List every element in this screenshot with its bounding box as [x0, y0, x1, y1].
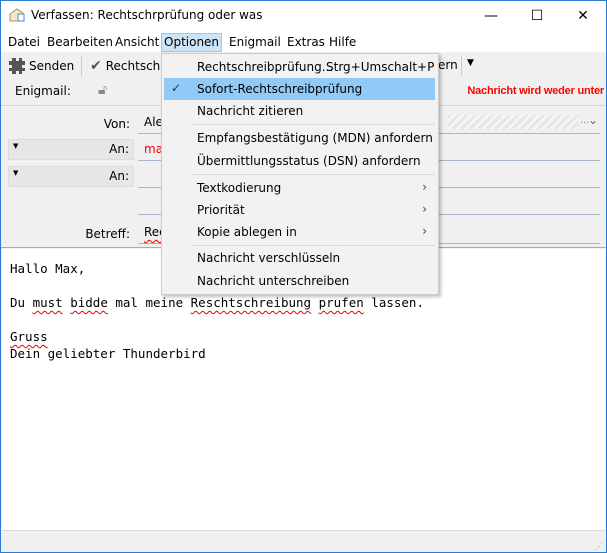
dropdown-arrow-icon: ▼ [13, 169, 19, 177]
menu-separator [192, 174, 435, 175]
shortcut-label: Strg+Umschalt+P [326, 60, 435, 74]
menu-bar: Datei Bearbeiten Ansicht Optionen Enigma… [1, 31, 606, 52]
menu-extras[interactable]: Extras [284, 33, 328, 52]
menu-datei[interactable]: Datei [5, 33, 43, 52]
spellcheck-button[interactable]: ✔ Rechtschr [90, 58, 165, 74]
menu-separator [192, 245, 435, 246]
menu-item-dsn[interactable]: Übermittlungsstatus (DSN) anfordern [164, 150, 435, 172]
recipient-type-select[interactable]: ▼ An: [8, 139, 134, 160]
dropdown-arrow-icon: ▼ [13, 142, 19, 150]
from-label: Von: [103, 117, 130, 131]
menu-item-encoding[interactable]: Textkodierung › [164, 177, 435, 199]
menu-optionen[interactable]: Optionen [161, 33, 222, 52]
send-button[interactable]: Senden [9, 58, 74, 74]
chevron-right-icon: › [422, 202, 427, 216]
options-menu: Rechtschreibprüfung... Strg+Umschalt+P ✓ S… [161, 53, 439, 295]
window-title: Verfassen: Rechtschrprüfung oder was [31, 8, 263, 22]
lock-open-icon[interactable]: 🔓︎ [98, 82, 107, 98]
chevron-right-icon: › [422, 180, 427, 194]
minimize-button[interactable]: — [469, 1, 513, 31]
menu-hilfe[interactable]: Hilfe [326, 33, 359, 52]
chevron-right-icon: › [422, 224, 427, 238]
menu-item-mdn[interactable]: Empfangsbestätigung (MDN) anfordern [164, 127, 435, 149]
toolbar-separator [81, 56, 82, 76]
maximize-button[interactable]: ☐ [515, 1, 559, 31]
toolbar-overflow-dropdown[interactable]: ▼ [467, 58, 474, 68]
send-icon [9, 58, 25, 74]
enigmail-status: Nachricht wird weder unter [467, 85, 604, 97]
recipient-type-select[interactable]: ▼ An: [8, 166, 134, 187]
menu-item-encrypt[interactable]: Nachricht verschlüsseln [164, 247, 435, 269]
misspelled-word[interactable]: prufen [319, 295, 364, 310]
menu-item-copy[interactable]: Kopie ablegen in › [164, 221, 435, 243]
redacted-address [448, 115, 578, 129]
menu-item-sign[interactable]: Nachricht unterschreiben [164, 270, 435, 292]
enigmail-label: Enigmail: [15, 84, 71, 98]
menu-item-auto-spellcheck[interactable]: ✓ Sofort-Rechtschreibprüfung [164, 78, 435, 100]
misspelled-word[interactable]: bidde [70, 295, 108, 310]
compose-icon [9, 8, 25, 22]
menu-ansicht[interactable]: Ansicht [112, 33, 162, 52]
menu-enigmail[interactable]: Enigmail [226, 33, 284, 52]
compose-window: Verfassen: Rechtschrprüfung oder was — ☐… [0, 0, 607, 553]
body-line: Dein geliebter Thunderbird [10, 346, 206, 361]
menu-item-quote[interactable]: Nachricht zitieren [164, 100, 435, 122]
resize-grip-icon[interactable]: ⋰ [595, 542, 603, 551]
body-line: Du must bidde mal meine Reschtschreibung… [10, 295, 424, 310]
misspelled-word[interactable]: Reschtschreibung [191, 295, 311, 310]
toolbar-separator [461, 56, 462, 76]
menu-item-spellcheck[interactable]: Rechtschreibprüfung... Strg+Umschalt+P [164, 56, 435, 78]
misspelled-word[interactable]: must [33, 295, 63, 310]
checkmark-icon: ✓ [171, 81, 182, 95]
subject-label: Betreff: [85, 227, 130, 241]
checkmark-icon: ✔ [90, 58, 102, 74]
misspelled-word[interactable]: Gruss [10, 329, 48, 344]
close-button[interactable]: ✕ [561, 1, 605, 31]
status-bar: ⋰ [2, 530, 605, 552]
title-bar: Verfassen: Rechtschrprüfung oder was — ☐… [1, 1, 606, 31]
toolbar-button-partial[interactable]: ern [438, 58, 458, 72]
chevron-down-icon[interactable]: ⌄ [588, 113, 598, 127]
menu-separator [192, 124, 435, 125]
menu-item-priority[interactable]: Priorität › [164, 199, 435, 221]
menu-bearbeiten[interactable]: Bearbeiten [44, 33, 116, 52]
body-line: Gruss [10, 328, 597, 345]
